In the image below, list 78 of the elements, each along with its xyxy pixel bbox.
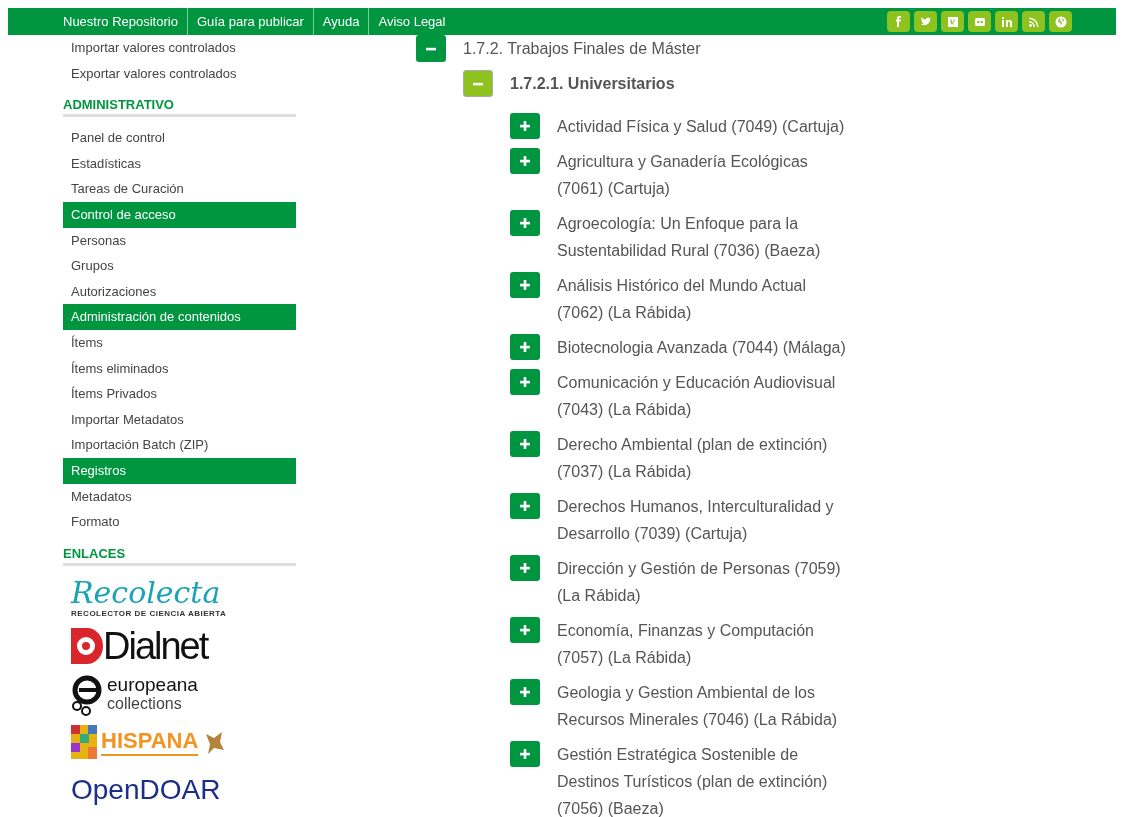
plus-icon — [519, 624, 531, 636]
expand-button[interactable] — [510, 431, 540, 457]
nav-link[interactable]: Ayuda — [313, 8, 370, 35]
sidebar-link[interactable]: Tareas de Curación — [63, 176, 296, 202]
tree-label[interactable]: Agroecología: Un Enfoque para la Sustentabilidad Rural (7036) (Baeza) — [557, 210, 849, 264]
plus-icon — [519, 438, 531, 450]
sidebar-link[interactable]: Ítems Privados — [63, 381, 296, 407]
social-link[interactable] — [995, 11, 1018, 32]
tree-label[interactable]: Comunicación y Educación Audiovisual (7043) (La Rábida) — [557, 369, 849, 423]
sidebar-link[interactable]: Exportar valores controlados — [63, 60, 296, 87]
logo-text[interactable]: europeana — [107, 675, 198, 696]
sidebar-link[interactable]: Ítems eliminados — [63, 355, 296, 382]
plus-icon — [519, 748, 531, 760]
social-link[interactable] — [968, 11, 991, 32]
expand-button[interactable] — [510, 113, 540, 139]
sidebar-header[interactable]: Registros — [63, 457, 296, 484]
logo-subtitle: RECOLECTOR DE CIENCIA ABIERTA — [71, 609, 227, 619]
sidebar-header[interactable]: Administración de contenidos — [63, 304, 296, 330]
sidebar-link[interactable]: Metadatos — [63, 483, 296, 510]
sidebar-link[interactable]: Estadísticas — [63, 150, 296, 177]
collapse-button[interactable] — [416, 35, 446, 62]
sidebar-link[interactable]: Autorizaciones — [63, 278, 296, 305]
plus-icon — [519, 500, 531, 512]
tree-label[interactable]: Biotecnologia Avanzada (7044) (Málaga) — [557, 334, 849, 361]
expand-button[interactable] — [510, 617, 540, 643]
plus-icon — [519, 155, 531, 167]
mosaic-icon — [71, 724, 97, 759]
tree-label[interactable]: Gestión Estratégica Sostenible de Destinos Turísticos (plan de extinción) (7056) (Baeza) — [557, 741, 849, 817]
sidebar-link[interactable]: Importación Batch (ZIP) — [63, 432, 296, 458]
tree-label[interactable]: Derechos Humanos, Interculturalidad y Desarrollo (7039) (Cartuja) — [557, 493, 849, 547]
collapse-button[interactable] — [463, 70, 493, 97]
tree-label[interactable]: 1.7.2. Trabajos Finales de Máster — [463, 35, 701, 62]
section-heading: ENLACES — [63, 534, 296, 566]
sidebar-link[interactable]: Ítems — [63, 329, 296, 356]
sidebar-link[interactable]: Formato — [63, 509, 296, 535]
tree-label[interactable]: Agricultura y Ganadería Ecológicas (7061) (Cartuja) — [557, 148, 849, 202]
sidebar-link[interactable]: Grupos — [63, 253, 296, 279]
tree-label[interactable]: Dirección y Gestión de Personas (7059) (La Rábida) — [557, 555, 849, 609]
tree-label[interactable]: Actividad Física y Salud (7049) (Cartuja) — [557, 113, 849, 140]
expand-button[interactable] — [510, 210, 540, 236]
plus-icon — [519, 686, 531, 698]
tree-label[interactable]: Análisis Histórico del Mundo Actual (7062) (La Rábida) — [557, 272, 849, 326]
logo-text[interactable]: Dialnet — [103, 625, 208, 666]
nav-link[interactable]: Guía para publicar — [187, 8, 314, 35]
expand-button[interactable] — [510, 741, 540, 767]
plus-icon — [519, 217, 531, 229]
expand-button[interactable] — [510, 272, 540, 298]
expand-button[interactable] — [510, 148, 540, 174]
social-link[interactable] — [1049, 11, 1072, 32]
expand-button[interactable] — [510, 493, 540, 519]
expand-button[interactable] — [510, 679, 540, 705]
sidebar-header[interactable]: Control de acceso — [63, 201, 296, 228]
sidebar-link[interactable]: Personas — [63, 227, 296, 254]
sidebar-link[interactable]: Importar Metadatos — [63, 406, 296, 433]
logo-subtitle: collections — [107, 695, 183, 713]
tree-label[interactable]: Derecho Ambiental (plan de extinción) (7037) (La Rábida) — [557, 431, 849, 485]
plus-icon — [519, 376, 531, 388]
social-link[interactable] — [941, 11, 964, 32]
logo-text[interactable]: OpenDOAR — [71, 773, 221, 806]
sidebar-link[interactable]: Importar valores controlados — [63, 35, 296, 61]
plus-icon — [519, 562, 531, 574]
nav-link[interactable]: Nuestro Repositorio — [54, 8, 188, 35]
plus-icon — [519, 279, 531, 291]
sidebar-link[interactable]: Panel de control — [63, 125, 296, 151]
social-link[interactable] — [914, 11, 937, 32]
social-link[interactable] — [887, 11, 910, 32]
expand-button[interactable] — [510, 555, 540, 581]
nav-link[interactable]: Aviso Legal — [369, 8, 455, 35]
section-heading: ADMINISTRATIVO — [63, 86, 296, 118]
plus-icon — [519, 341, 531, 353]
social-link[interactable] — [1022, 11, 1045, 32]
tree-label[interactable]: Geologia y Gestion Ambiental de los Recursos Minerales (7046) (La Rábida) — [557, 679, 849, 733]
plus-icon — [519, 120, 531, 132]
tree-label[interactable]: Economía, Finanzas y Computación (7057) (La Rábida) — [557, 617, 849, 671]
dialnet-mark-icon — [71, 627, 103, 664]
expand-button[interactable] — [510, 369, 540, 395]
expand-button[interactable] — [510, 334, 540, 360]
tree-label[interactable]: 1.7.2.1. Universitarios — [510, 70, 675, 97]
